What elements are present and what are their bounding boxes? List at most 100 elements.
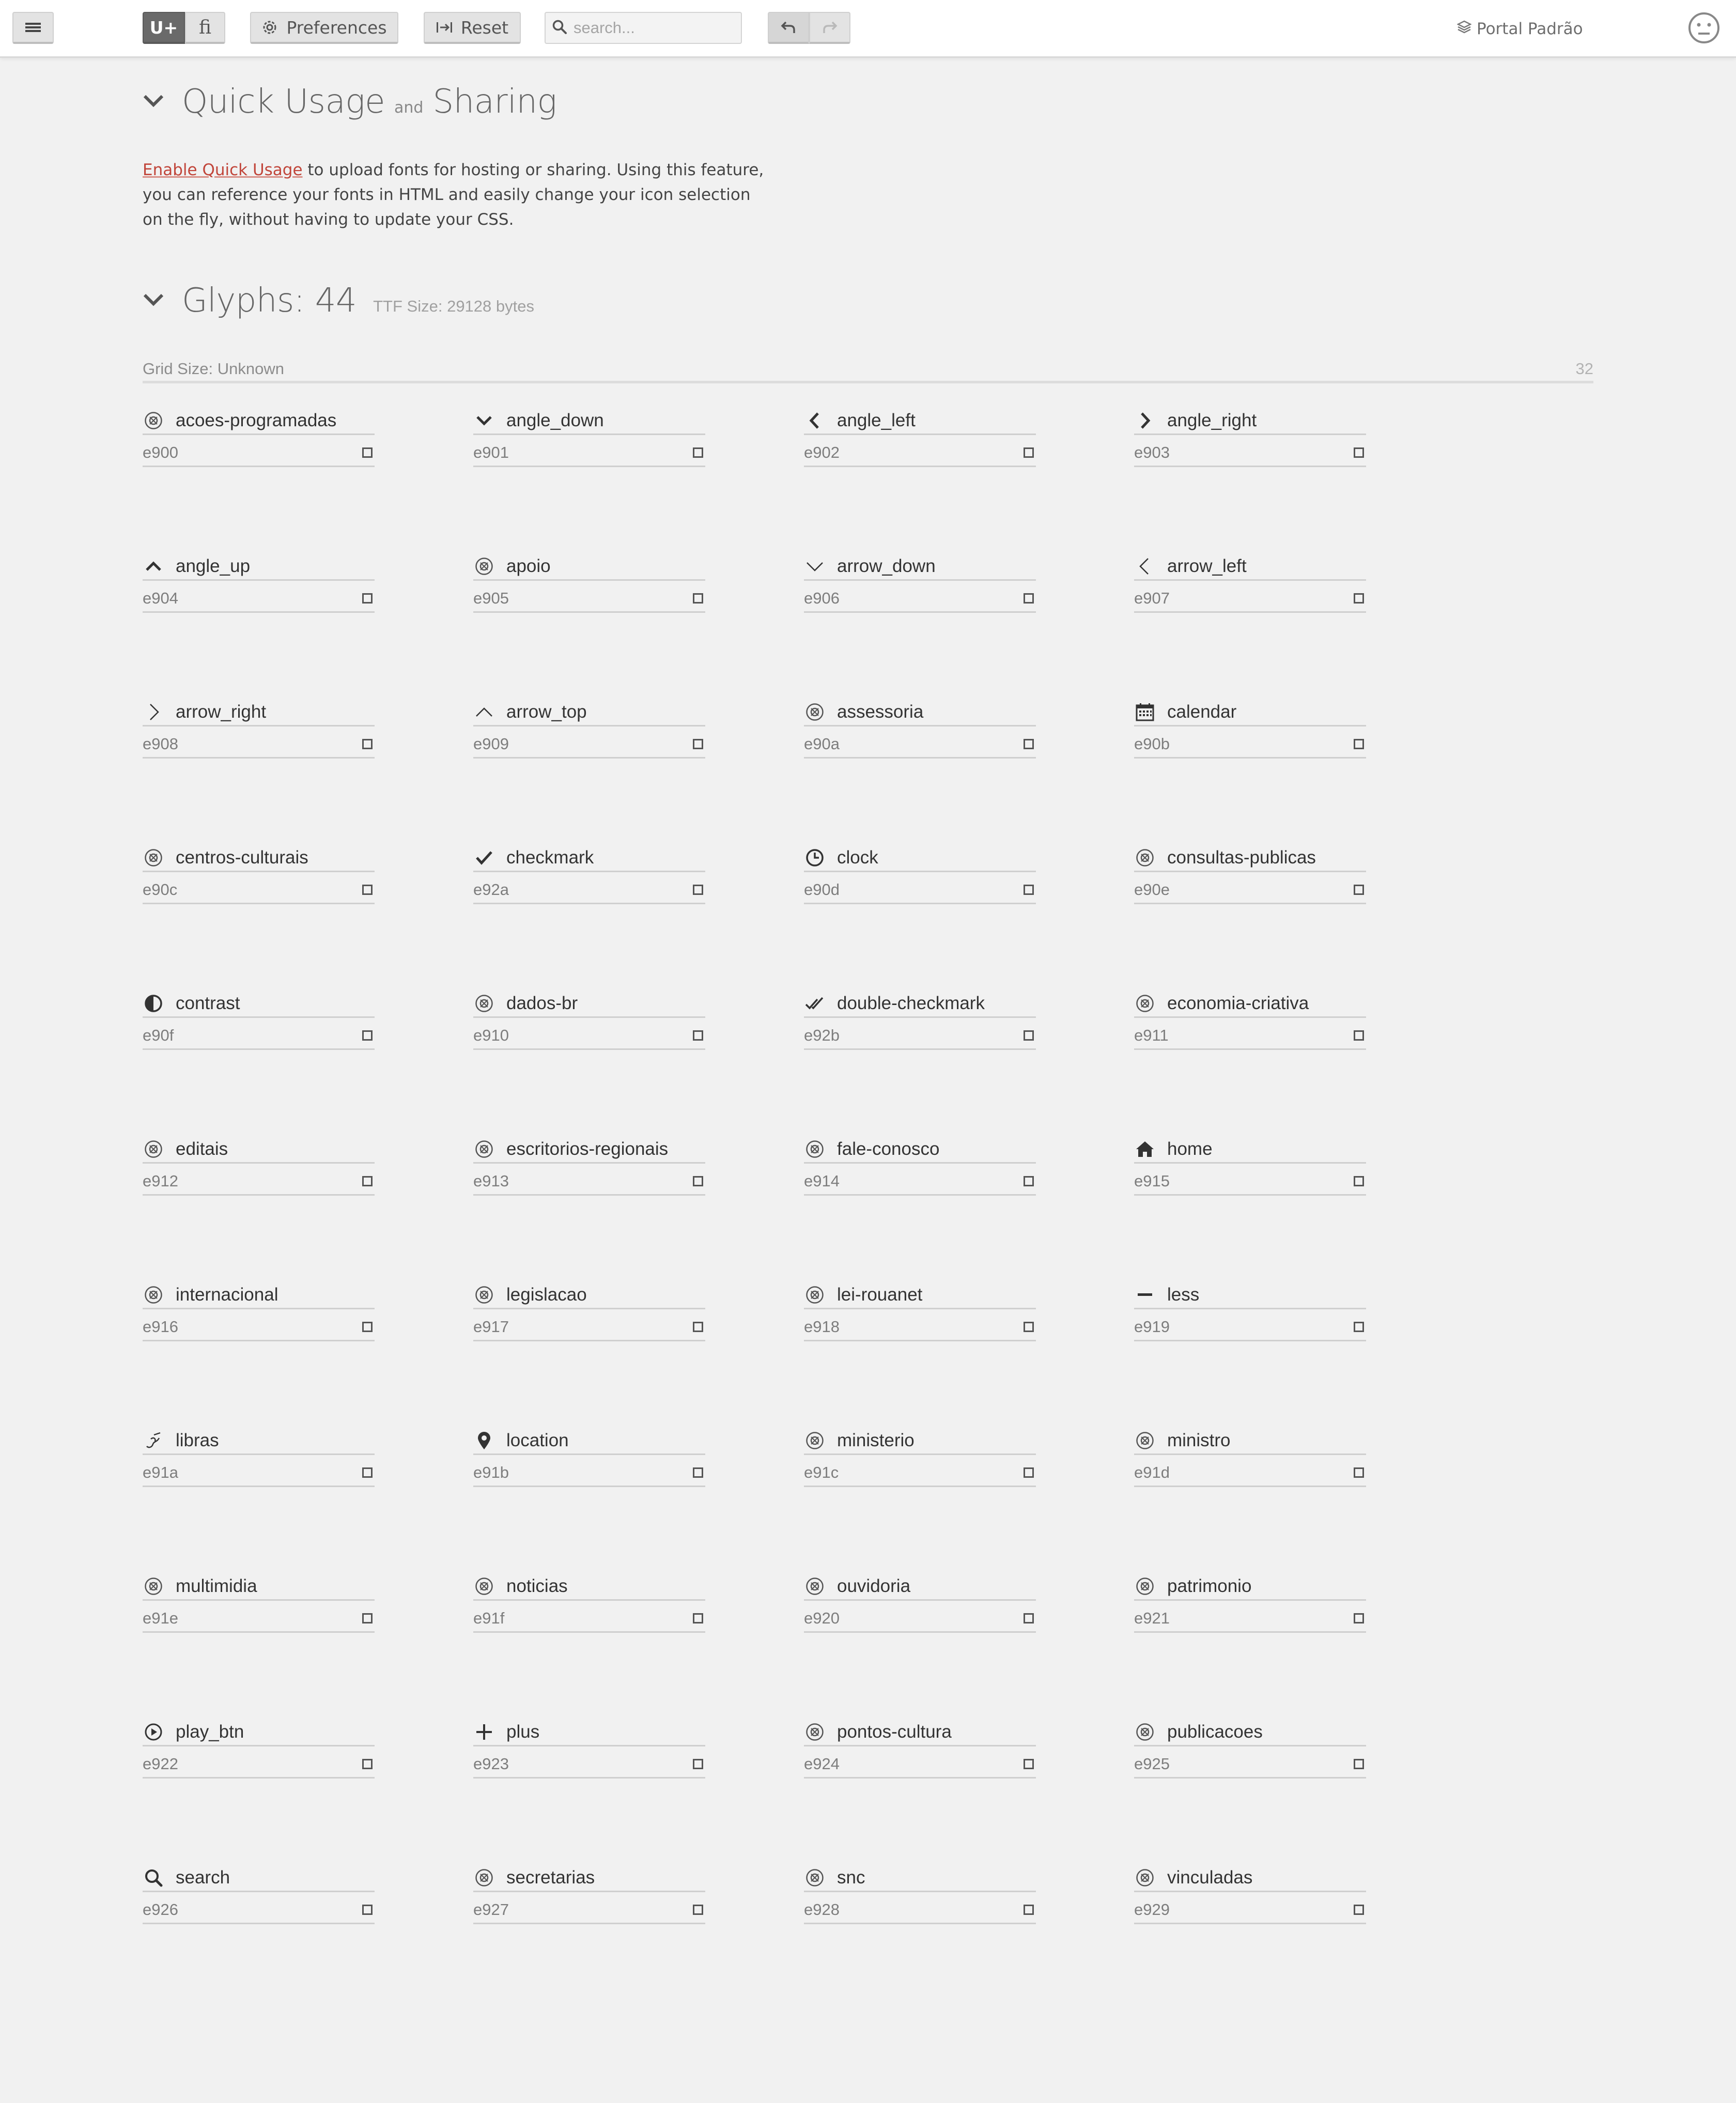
glyph-name-field[interactable]: publicacoes bbox=[1134, 1719, 1366, 1746]
glyph-code[interactable]: e913 bbox=[473, 1172, 509, 1190]
glyph-name-field[interactable]: multimidia bbox=[143, 1573, 375, 1601]
glyph-name-field[interactable]: legislacao bbox=[473, 1281, 705, 1309]
glyph-code[interactable]: e905 bbox=[473, 589, 509, 608]
glyph-name-field[interactable]: angle_left bbox=[804, 407, 1036, 435]
glyph-name[interactable]: publicacoes bbox=[1167, 1722, 1263, 1742]
glyph-code[interactable]: e925 bbox=[1134, 1755, 1170, 1773]
circle-logo-icon[interactable] bbox=[804, 1721, 826, 1743]
circle-logo-icon[interactable] bbox=[804, 1138, 826, 1160]
checkmark-icon[interactable] bbox=[473, 847, 495, 869]
glyph-card[interactable]: economia-criativa e911 bbox=[1134, 990, 1366, 1052]
glyph-name[interactable]: home bbox=[1167, 1139, 1213, 1159]
glyph-code[interactable]: e923 bbox=[473, 1755, 509, 1773]
glyph-name[interactable]: legislacao bbox=[506, 1285, 587, 1305]
circle-logo-icon[interactable] bbox=[1134, 993, 1156, 1014]
enable-quick-usage-link[interactable]: Enable Quick Usage bbox=[143, 161, 303, 179]
glyph-code[interactable]: e929 bbox=[1134, 1900, 1170, 1919]
glyph-name-field[interactable]: ouvidoria bbox=[804, 1573, 1036, 1601]
glyph-name[interactable]: centros-culturais bbox=[176, 847, 308, 868]
glyph-card[interactable]: vinculadas e929 bbox=[1134, 1864, 1366, 1926]
unicode-toggle-button[interactable]: U+ bbox=[143, 12, 185, 44]
glyph-card[interactable]: contrast e90f bbox=[143, 990, 375, 1052]
glyph-name[interactable]: dados-br bbox=[506, 993, 578, 1014]
glyph-name-field[interactable]: home bbox=[1134, 1136, 1366, 1164]
glyph-select-checkbox[interactable] bbox=[1024, 593, 1034, 604]
reset-button[interactable]: Reset bbox=[424, 12, 521, 44]
glyph-select-checkbox[interactable] bbox=[1024, 1904, 1034, 1915]
circle-logo-icon[interactable] bbox=[473, 1575, 495, 1597]
glyph-code[interactable]: e904 bbox=[143, 589, 178, 608]
circle-logo-icon[interactable] bbox=[804, 1575, 826, 1597]
glyph-code[interactable]: e91d bbox=[1134, 1463, 1170, 1482]
glyph-card[interactable]: ministerio e91c bbox=[804, 1427, 1036, 1489]
glyph-name-field[interactable]: noticias bbox=[473, 1573, 705, 1601]
glyph-card[interactable]: assessoria e90a bbox=[804, 699, 1036, 761]
plus-icon[interactable] bbox=[473, 1721, 495, 1743]
circle-logo-icon[interactable] bbox=[143, 1138, 164, 1160]
glyph-card[interactable]: acoes-programadas e900 bbox=[143, 407, 375, 469]
glyph-select-checkbox[interactable] bbox=[693, 1030, 703, 1041]
glyph-code-field[interactable]: e924 bbox=[804, 1751, 1036, 1779]
glyph-name-field[interactable]: arrow_right bbox=[143, 699, 375, 726]
glyph-code-field[interactable]: e902 bbox=[804, 439, 1036, 467]
glyph-name[interactable]: consultas-publicas bbox=[1167, 847, 1316, 868]
glyph-code-field[interactable]: e905 bbox=[473, 585, 705, 613]
chevron-down-icon[interactable] bbox=[143, 292, 164, 307]
glyph-name[interactable]: angle_up bbox=[176, 556, 250, 577]
glyph-card[interactable]: apoio e905 bbox=[473, 553, 705, 615]
glyph-code[interactable]: e903 bbox=[1134, 443, 1170, 462]
glyph-code-field[interactable]: e910 bbox=[473, 1022, 705, 1050]
glyph-name-field[interactable]: consultas-publicas bbox=[1134, 844, 1366, 872]
arrow-left-icon[interactable] bbox=[1134, 555, 1156, 577]
glyph-code-field[interactable]: e90f bbox=[143, 1022, 375, 1050]
glyph-name[interactable]: contrast bbox=[176, 993, 240, 1014]
glyph-code-field[interactable]: e91e bbox=[143, 1605, 375, 1633]
glyph-code[interactable]: e90e bbox=[1134, 880, 1170, 899]
glyph-select-checkbox[interactable] bbox=[693, 1758, 703, 1769]
arrow-top-icon[interactable] bbox=[473, 701, 495, 723]
glyph-card[interactable]: angle_down e901 bbox=[473, 407, 705, 469]
glyph-name-field[interactable]: location bbox=[473, 1427, 705, 1455]
glyph-code[interactable]: e906 bbox=[804, 589, 840, 608]
circle-logo-icon[interactable] bbox=[804, 1430, 826, 1451]
glyph-select-checkbox[interactable] bbox=[362, 1467, 373, 1478]
glyph-code[interactable]: e91a bbox=[143, 1463, 178, 1482]
glyph-code-field[interactable]: e927 bbox=[473, 1896, 705, 1924]
glyph-name-field[interactable]: arrow_down bbox=[804, 553, 1036, 581]
glyph-select-checkbox[interactable] bbox=[693, 1904, 703, 1915]
glyph-select-checkbox[interactable] bbox=[362, 1613, 373, 1623]
glyph-code[interactable]: e90b bbox=[1134, 735, 1170, 753]
ligature-toggle-button[interactable]: ﬁ bbox=[185, 12, 225, 44]
glyph-select-checkbox[interactable] bbox=[1354, 1904, 1364, 1915]
glyph-name[interactable]: location bbox=[506, 1430, 569, 1451]
glyph-select-checkbox[interactable] bbox=[362, 447, 373, 458]
glyph-code[interactable]: e92a bbox=[473, 880, 509, 899]
glyph-card[interactable]: fale-conosco e914 bbox=[804, 1136, 1036, 1198]
glyph-card[interactable]: noticias e91f bbox=[473, 1573, 705, 1635]
glyph-name[interactable]: ministerio bbox=[837, 1430, 915, 1451]
redo-button[interactable] bbox=[809, 12, 850, 44]
circle-logo-icon[interactable] bbox=[473, 1138, 495, 1160]
angle-down-icon[interactable] bbox=[473, 410, 495, 431]
glyph-code[interactable]: e920 bbox=[804, 1609, 840, 1628]
circle-logo-icon[interactable] bbox=[1134, 1867, 1156, 1889]
glyph-code-field[interactable]: e923 bbox=[473, 1751, 705, 1779]
glyph-code-field[interactable]: e917 bbox=[473, 1313, 705, 1341]
glyph-name[interactable]: ministro bbox=[1167, 1430, 1231, 1451]
glyph-code[interactable]: e918 bbox=[804, 1318, 840, 1336]
glyph-name-field[interactable]: angle_up bbox=[143, 553, 375, 581]
project-name[interactable]: Portal Padrão bbox=[1456, 14, 1583, 43]
glyph-card[interactable]: centros-culturais e90c bbox=[143, 844, 375, 906]
glyph-card[interactable]: home e915 bbox=[1134, 1136, 1366, 1198]
glyph-select-checkbox[interactable] bbox=[1354, 738, 1364, 749]
glyph-code[interactable]: e917 bbox=[473, 1318, 509, 1336]
glyph-code[interactable]: e911 bbox=[1134, 1026, 1169, 1045]
circle-logo-icon[interactable] bbox=[1134, 847, 1156, 869]
glyph-name[interactable]: internacional bbox=[176, 1285, 278, 1305]
glyph-code[interactable]: e901 bbox=[473, 443, 509, 462]
glyph-name[interactable]: apoio bbox=[506, 556, 551, 577]
circle-logo-icon[interactable] bbox=[473, 993, 495, 1014]
glyph-card[interactable]: checkmark e92a bbox=[473, 844, 705, 906]
glyph-card[interactable]: double-checkmark e92b bbox=[804, 990, 1036, 1052]
glyph-name-field[interactable]: calendar bbox=[1134, 699, 1366, 726]
